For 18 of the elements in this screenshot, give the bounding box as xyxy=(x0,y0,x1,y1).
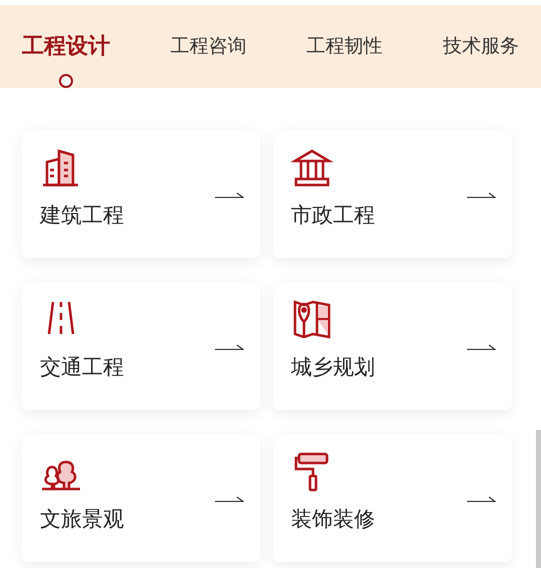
card-label: 文旅景观 xyxy=(40,506,125,533)
card-label: 交通工程 xyxy=(40,354,125,381)
category-card[interactable]: 建筑工程 xyxy=(22,130,260,258)
tab[interactable]: 工程韧性 xyxy=(306,32,383,61)
category-card[interactable]: 交通工程 xyxy=(22,282,260,410)
category-card[interactable]: 文旅景观 xyxy=(22,434,260,562)
category-card[interactable]: 装饰装修 xyxy=(273,434,512,562)
tab[interactable]: 工程咨询 xyxy=(170,32,246,61)
category-card[interactable]: 市政工程 xyxy=(273,130,512,258)
selected-indicator xyxy=(59,74,73,88)
map-icon xyxy=(291,298,333,340)
tab[interactable]: 技术服务 xyxy=(442,32,519,61)
card-label: 市政工程 xyxy=(291,202,376,229)
category-card[interactable]: 城乡规划 xyxy=(273,282,512,410)
card-label: 城乡规划 xyxy=(291,354,376,381)
tab[interactable]: 工程设计 xyxy=(22,30,110,63)
card-label: 装饰装修 xyxy=(291,506,376,533)
card-label: 建筑工程 xyxy=(40,202,125,229)
